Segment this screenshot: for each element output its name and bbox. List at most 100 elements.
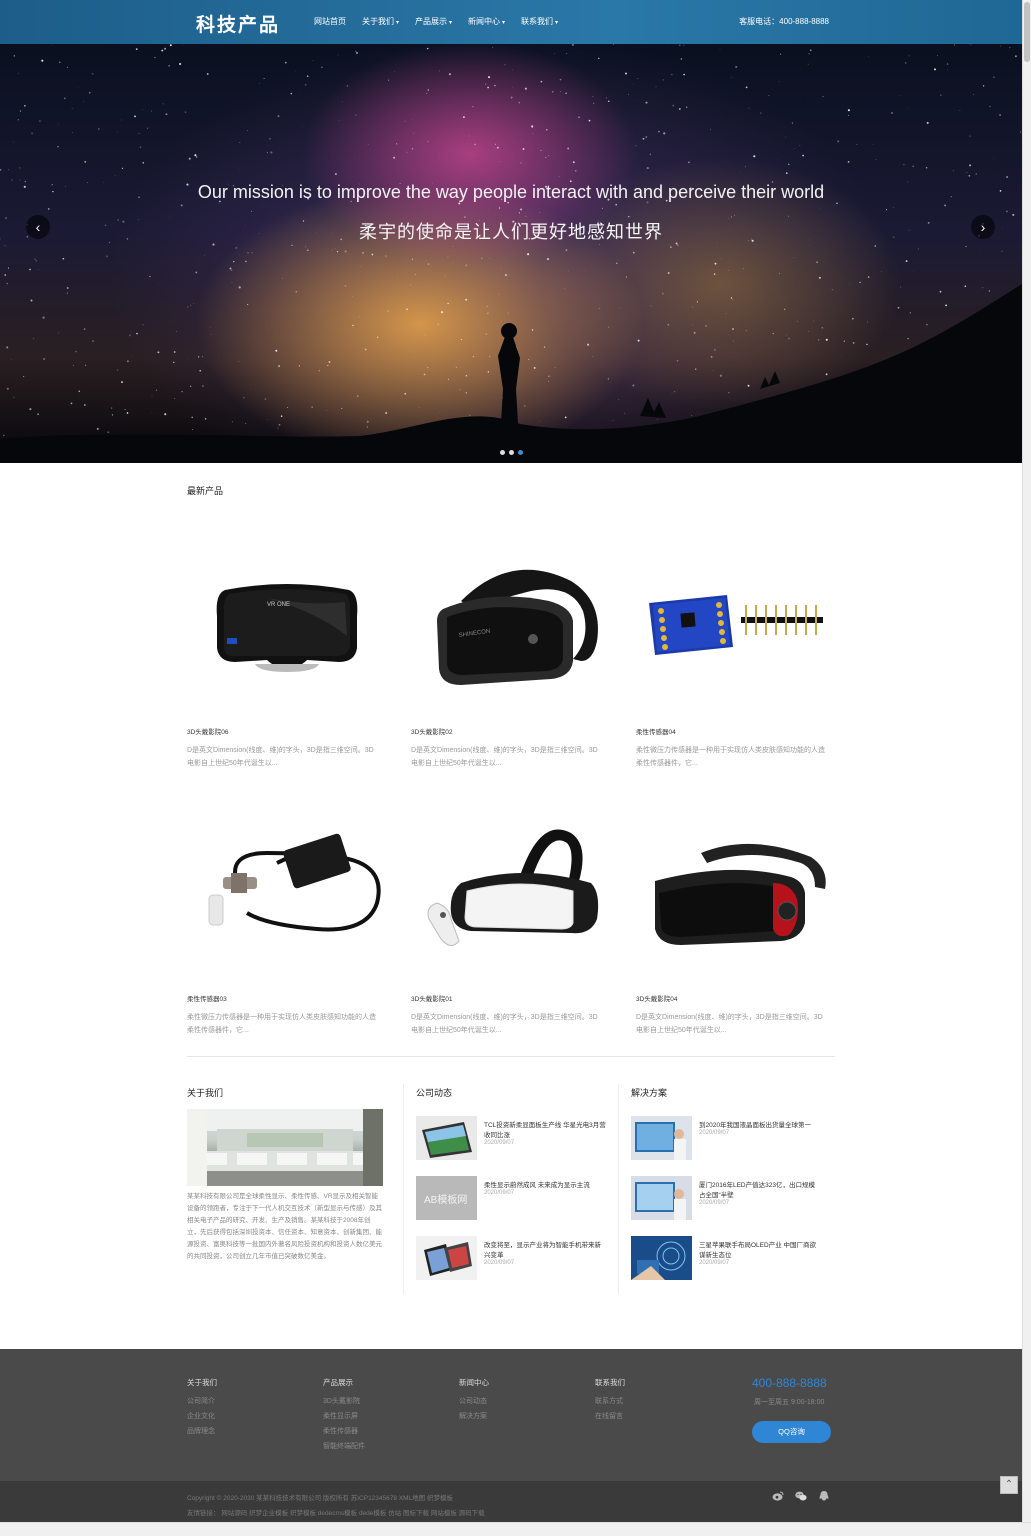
friend-link[interactable]: 织梦企业模板	[249, 1510, 288, 1517]
slide-dot-3[interactable]	[518, 450, 523, 455]
site-logo[interactable]: 科技产品	[196, 10, 280, 37]
news-title: 公司动态	[416, 1088, 453, 1098]
solution-thumbnail[interactable]	[631, 1236, 692, 1280]
horizontal-scrollbar[interactable]	[0, 1522, 1031, 1536]
product-name[interactable]: 3D头戴影院06	[187, 726, 229, 736]
news-thumbnail[interactable]	[416, 1236, 477, 1280]
product-desc: 柔性微压力传感器是一种用于实现仿人类皮肤感知功能的人造柔性传感器件，它...	[187, 1014, 376, 1034]
product-card[interactable]: 柔性传感器04 柔性微压力传感器是一种用于实现仿人类皮肤感知功能的人造柔性传感器…	[636, 551, 836, 767]
product-name[interactable]: 3D头戴影院02	[411, 726, 453, 736]
solution-thumbnail[interactable]	[631, 1176, 692, 1220]
product-card[interactable]: SHINECON 3D头戴影院02 D是英文Dimension(线度、维)的字头…	[411, 551, 611, 767]
qq-icon[interactable]	[818, 1490, 830, 1502]
product-image[interactable]	[636, 818, 836, 968]
product-desc: D是英文Dimension(线度、维)的字头，3D是指三维空间。3D电影自上世纪…	[187, 747, 374, 767]
nav-item-products[interactable]: 产品展示 ▾	[407, 0, 460, 44]
next-slide-button[interactable]: ›	[971, 215, 995, 239]
footer-link[interactable]: 企业文化	[187, 1409, 217, 1424]
vertical-scrollbar[interactable]	[1022, 0, 1031, 1522]
svg-text:VR ONE: VR ONE	[267, 602, 290, 608]
footer-link[interactable]: 解决方案	[459, 1409, 489, 1424]
product-image[interactable]	[636, 551, 836, 701]
product-name[interactable]: 3D头戴影院04	[636, 993, 678, 1003]
page: 科技产品 网站首页 关于我们 ▾ 产品展示 ▾ 新闻中心 ▾ 联系我们 ▾ 客服电话：4…	[0, 0, 1022, 1522]
nav-label: 网站首页	[314, 17, 346, 26]
solution-link[interactable]: 三星苹果联手布局OLED产业 中国厂商欲谋新生态位	[699, 1241, 821, 1261]
product-card[interactable]: VR ONE 3D头戴影院06 D是英文Dimension(线度、维)的字头，3…	[187, 551, 387, 767]
news-link[interactable]: 改变将至，显示产业将为智能手机带来新兴变革	[484, 1241, 606, 1261]
nav-item-about[interactable]: 关于我们 ▾	[354, 0, 407, 44]
product-image[interactable]	[411, 818, 611, 968]
news-thumbnail[interactable]	[416, 1116, 477, 1160]
vr-headset-black-icon: SHINECON	[437, 569, 598, 685]
footer-link[interactable]: 公司简介	[187, 1394, 217, 1409]
footer-link[interactable]: 柔性显示屏	[323, 1409, 365, 1424]
product-name[interactable]: 柔性传感器03	[187, 993, 227, 1003]
footer-link[interactable]: 公司动态	[459, 1394, 489, 1409]
news-item[interactable]: AB模板网 柔性显示蔚然成风 未来成为显示主流 2020/09/07	[416, 1176, 606, 1222]
product-card[interactable]: 3D头戴影院04 D是英文Dimension(线度、维)的字头，3D是指三维空间…	[636, 818, 836, 1034]
friend-link[interactable]: dede模板	[359, 1510, 386, 1517]
products-section-title: 最新产品	[187, 486, 224, 496]
footer-link[interactable]: 柔性传感器	[323, 1424, 365, 1439]
news-thumbnail-image	[424, 1242, 472, 1276]
news-item[interactable]: 改变将至，显示产业将为智能手机带来新兴变革 2020/09/07	[416, 1236, 606, 1282]
solution-item[interactable]: 到2020年我国液晶面板出货量全球第一 2020/09/07	[631, 1116, 821, 1162]
friend-link[interactable]: 织梦模板	[290, 1510, 316, 1517]
product-image[interactable]	[187, 818, 387, 968]
solution-date: 2020/09/07	[699, 1200, 730, 1206]
back-to-top-button[interactable]: ⌃	[1000, 1476, 1018, 1494]
template-link[interactable]: 织梦模板	[427, 1495, 453, 1502]
sitemap-link[interactable]: XML地图	[399, 1495, 425, 1502]
product-desc: D是英文Dimension(线度、维)的字头，3D是指三维空间。3D电影自上世纪…	[411, 747, 598, 767]
friend-link[interactable]: dedecms模板	[318, 1510, 357, 1517]
solution-thumbnail[interactable]	[631, 1116, 692, 1160]
solution-item[interactable]: 三星苹果联手布局OLED产业 中国厂商欲谋新生态位 2020/09/07	[631, 1236, 821, 1282]
slide-dot-1[interactable]	[500, 450, 505, 455]
product-image[interactable]: VR ONE	[187, 551, 387, 701]
solution-item[interactable]: 厦门2016年LED产值达323亿，出口规模占全国“半壁 2020/09/07	[631, 1176, 821, 1222]
scrollbar-thumb[interactable]	[1024, 2, 1030, 62]
news-item[interactable]: TCL投资新柔显面板生产线 华星光电3月营收同比涨 2020/09/07	[416, 1116, 606, 1162]
main-nav: 网站首页 关于我们 ▾ 产品展示 ▾ 新闻中心 ▾ 联系我们 ▾	[306, 0, 566, 44]
solution-link[interactable]: 厦门2016年LED产值达323亿，出口规模占全国“半壁	[699, 1181, 821, 1201]
friend-link[interactable]: 仿站	[388, 1510, 401, 1517]
weibo-icon[interactable]	[772, 1490, 784, 1502]
hero-banner: Our mission is to improve the way people…	[0, 44, 1022, 463]
product-desc: D是英文Dimension(线度、维)的字头，3D是指三维空间。3D电影自上世纪…	[411, 1014, 598, 1034]
product-name[interactable]: 柔性传感器04	[636, 726, 676, 736]
footer-link[interactable]: 在线留言	[595, 1409, 625, 1424]
friend-link[interactable]: 图标下载	[403, 1510, 429, 1517]
product-image[interactable]: SHINECON	[411, 551, 611, 701]
news-thumbnail[interactable]: AB模板网	[416, 1176, 477, 1220]
footer-link[interactable]: 3D头戴影院	[323, 1394, 365, 1409]
copyright-bar	[0, 1481, 1022, 1522]
slide-dot-2[interactable]	[509, 450, 514, 455]
footer-link[interactable]: 品牌理念	[187, 1424, 217, 1439]
product-card[interactable]: 柔性传感器03 柔性微压力传感器是一种用于实现仿人类皮肤感知功能的人造柔性传感器…	[187, 818, 387, 1034]
wechat-icon[interactable]	[795, 1490, 807, 1502]
qq-consult-button[interactable]: QQ咨询	[752, 1421, 831, 1443]
friend-link[interactable]: 源码下载	[459, 1510, 485, 1517]
friend-link[interactable]: 网站模板	[431, 1510, 457, 1517]
friend-link[interactable]: 网站源码	[221, 1510, 247, 1517]
solution-date: 2020/09/07	[699, 1260, 730, 1266]
footer-column-head: 产品展示	[323, 1378, 353, 1387]
nav-item-contact[interactable]: 联系我们 ▾	[513, 0, 566, 44]
footer-column-products: 产品展示 3D头戴影院 柔性显示屏 柔性传感器 智能终端配件	[323, 1377, 365, 1454]
icp-link[interactable]: 苏ICP12345678	[351, 1495, 397, 1502]
news-link[interactable]: TCL投资新柔显面板生产线 华星光电3月营收同比涨	[484, 1121, 606, 1141]
site-header: 科技产品 网站首页 关于我们 ▾ 产品展示 ▾ 新闻中心 ▾ 联系我们 ▾ 客服电话：4…	[0, 0, 1022, 44]
news-date: 2020/09/07	[484, 1190, 515, 1196]
nav-label: 新闻中心	[468, 17, 501, 26]
office-interior-image	[187, 1109, 383, 1186]
nav-item-news[interactable]: 新闻中心 ▾	[460, 0, 513, 44]
product-card[interactable]: 3D头戴影院01 D是英文Dimension(线度、维)的字头，3D是指三维空间…	[411, 818, 611, 1034]
nav-item-home[interactable]: 网站首页	[306, 0, 354, 44]
footer-link[interactable]: 智能终端配件	[323, 1439, 365, 1454]
product-desc: D是英文Dimension(线度、维)的字头，3D是指三维空间。3D电影自上世纪…	[636, 1014, 823, 1034]
product-name[interactable]: 3D头戴影院01	[411, 993, 453, 1003]
solutions-title: 解决方案	[631, 1088, 668, 1098]
footer-link[interactable]: 联系方式	[595, 1394, 625, 1409]
prev-slide-button[interactable]: ‹	[26, 215, 50, 239]
